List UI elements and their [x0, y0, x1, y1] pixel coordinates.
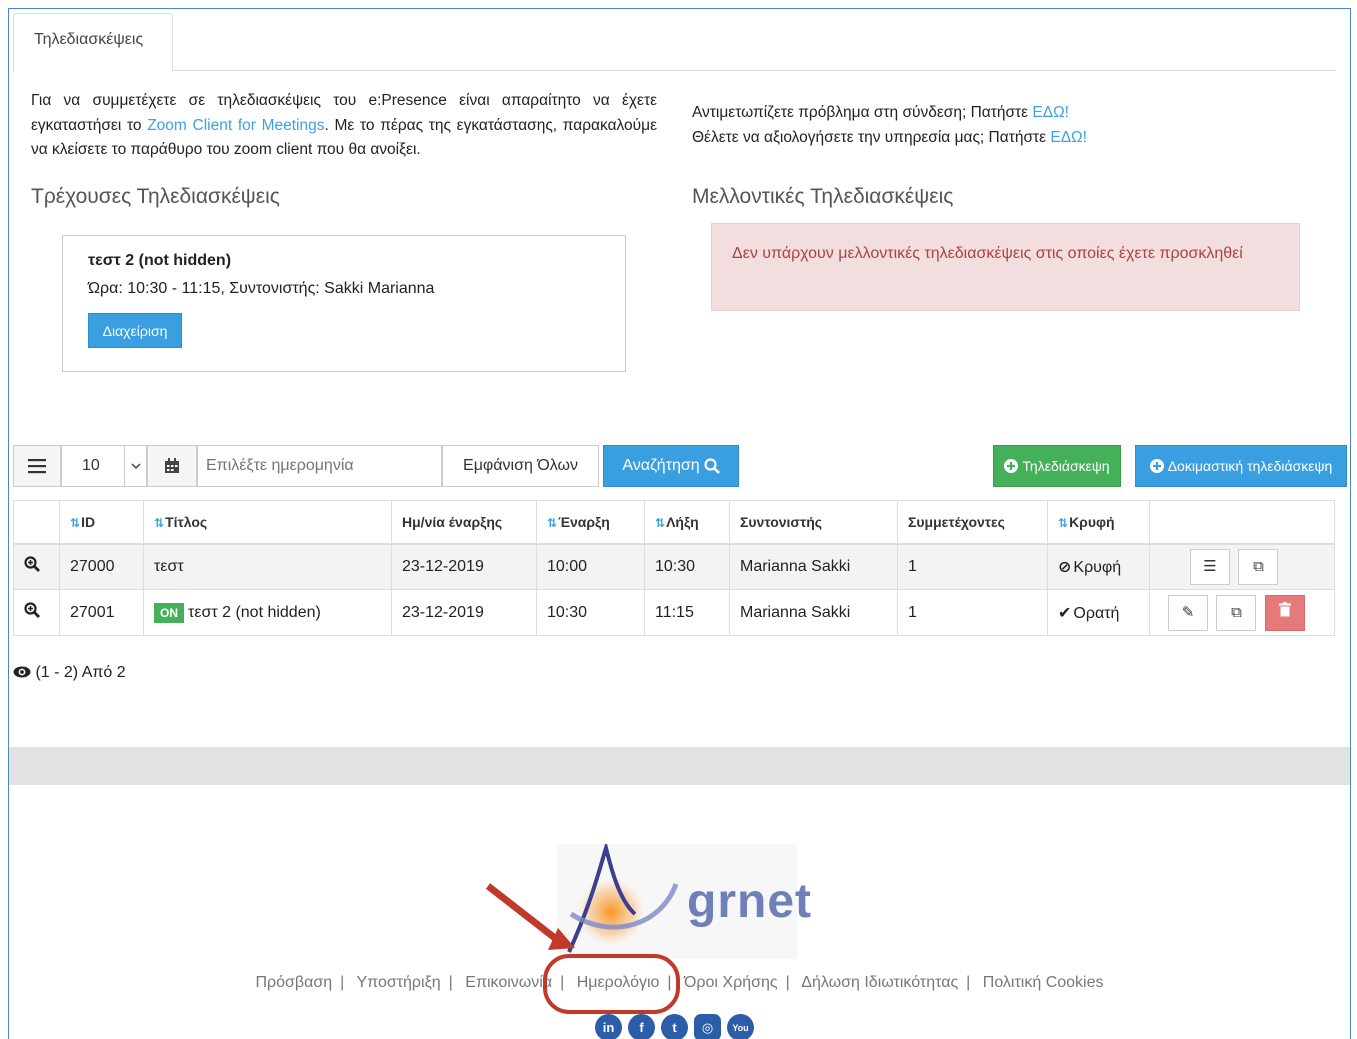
instagram-icon[interactable]: ◎: [694, 1014, 721, 1039]
show-all-button[interactable]: Εμφάνιση Όλων: [442, 445, 599, 487]
app-frame: Τηλεδιασκέψεις Για να συμμετέχετε σε τηλ…: [8, 8, 1351, 1039]
footer-link-contact[interactable]: Επικοινωνία: [465, 974, 552, 991]
footer-link-privacy[interactable]: Δήλωση Ιδιωτικότητας: [801, 974, 958, 991]
footer-link-support[interactable]: Υποστήριξη: [356, 974, 440, 991]
help-info: Αντιμετωπίζετε πρόβλημα στη σύνδεση; Πατ…: [692, 104, 1087, 146]
chevron-down-icon[interactable]: [124, 446, 146, 486]
sort-icon: ⇅: [655, 515, 665, 530]
footer-link-calendar[interactable]: Ημερολόγιο: [577, 974, 660, 991]
grnet-logo: grnet: [551, 840, 811, 959]
feedback-link[interactable]: ΕΔΩ!: [1050, 129, 1087, 146]
page-size-select[interactable]: 10: [61, 445, 147, 487]
cell-start: 10:30: [536, 589, 645, 636]
cell-date: 23-12-2019: [391, 589, 537, 636]
linkedin-icon[interactable]: in: [595, 1014, 622, 1039]
cell-actions: ☰ ⧉: [1149, 543, 1335, 590]
sort-icon: ⇅: [70, 515, 80, 530]
col-id[interactable]: ⇅ ID: [59, 500, 144, 545]
col-start[interactable]: ⇅ Έναρξη: [536, 500, 645, 545]
copy-icon[interactable]: ⧉: [1216, 594, 1257, 631]
edit-icon[interactable]: ✎: [1168, 594, 1208, 631]
footer-links: Πρόσβαση | Υποστήριξη | Επικοινωνία | Ημερο…: [255, 974, 1104, 991]
col-coordinator: Συντονιστής: [729, 500, 898, 545]
pagination-info: (1 - 2) Από 2: [13, 664, 126, 682]
sort-icon: ⇅: [154, 515, 164, 530]
sort-icon: ⇅: [547, 515, 557, 530]
social-links: in f t ◎ You: [595, 1014, 754, 1039]
conferences-table: ⇅ ID ⇅ Τίτλος Ημ/νία έναρξης ⇅ Έναρξη ⇅ Λήξη…: [13, 500, 1335, 636]
facebook-icon[interactable]: f: [628, 1014, 655, 1039]
zoom-icon[interactable]: [13, 543, 60, 590]
on-badge: ON: [154, 602, 184, 623]
manage-button[interactable]: Διαχείριση: [88, 313, 182, 348]
cell-coordinator: Marianna Sakki: [729, 543, 898, 590]
plus-circle-icon: [1149, 459, 1164, 473]
col-participants: Συμμετέχοντες: [897, 500, 1048, 545]
youtube-icon[interactable]: You: [727, 1014, 754, 1039]
col-end[interactable]: ⇅ Λήξη: [644, 500, 730, 545]
cell-participants: 1: [897, 543, 1048, 590]
table-row: 27000 τεστ 23-12-2019 10:00 10:30 Marian…: [13, 543, 1335, 590]
tab-bar: Τηλεδιασκέψεις: [13, 13, 1336, 72]
cell-start: 10:00: [536, 543, 645, 590]
cell-participants: 1: [897, 589, 1048, 636]
col-hidden[interactable]: ⇅ Κρυφή: [1047, 500, 1150, 545]
cell-hidden: ✔ Ορατή: [1047, 589, 1150, 636]
twitter-icon[interactable]: t: [661, 1014, 688, 1039]
check-icon: ✔: [1058, 604, 1072, 622]
col-date: Ημ/νία έναρξης: [391, 500, 537, 545]
conference-meta: Ώρα: 10:30 - 11:15, Συντονιστής: Sakki M…: [88, 280, 435, 297]
menu-icon[interactable]: [13, 445, 61, 487]
cell-title: ON τεστ 2 (not hidden): [143, 589, 392, 636]
cell-end: 11:15: [644, 589, 730, 636]
search-button[interactable]: Αναζήτηση: [603, 445, 739, 487]
current-conference-card: τεστ 2 (not hidden) Ώρα: 10:30 - 11:15, …: [62, 235, 626, 372]
new-conference-button[interactable]: Τηλεδιάσκεψη: [993, 445, 1121, 487]
zoom-icon[interactable]: [13, 589, 60, 636]
list-icon[interactable]: ☰: [1190, 548, 1230, 585]
search-icon: [704, 458, 720, 474]
footer-link-terms[interactable]: Όροι Χρήσης: [684, 974, 778, 991]
eye-icon: [13, 664, 35, 681]
calendar-icon[interactable]: [147, 445, 197, 487]
trash-icon[interactable]: [1264, 594, 1305, 631]
no-future-alert: Δεν υπάρχουν μελλοντικές τηλεδιασκέψεις …: [711, 223, 1300, 311]
cell-id: 27001: [59, 589, 144, 636]
logo-text: grnet: [687, 875, 812, 928]
tab-teleconferences[interactable]: Τηλεδιασκέψεις: [13, 13, 173, 72]
test-conference-button[interactable]: Δοκιμαστική τηλεδιάσκεψη: [1135, 445, 1347, 487]
col-title[interactable]: ⇅ Τίτλος: [143, 500, 392, 545]
col-actions: [1149, 500, 1335, 545]
table-row: 27001 ON τεστ 2 (not hidden) 23-12-2019 1…: [13, 589, 1335, 636]
col-view: [13, 500, 60, 545]
footer-link-cookies[interactable]: Πολιτική Cookies: [983, 974, 1104, 991]
sort-icon: ⇅: [1058, 515, 1068, 530]
date-input[interactable]: [197, 445, 442, 487]
connection-help-link[interactable]: ΕΔΩ!: [1032, 104, 1069, 121]
cell-id: 27000: [59, 543, 144, 590]
ban-icon: ⊘: [1058, 558, 1072, 576]
cell-hidden: ⊘ Κρυφή: [1047, 543, 1150, 590]
footer-band: [9, 747, 1350, 785]
cell-date: 23-12-2019: [391, 543, 537, 590]
zoom-client-link[interactable]: Zoom Client for Meetings: [147, 117, 324, 134]
cell-coordinator: Marianna Sakki: [729, 589, 898, 636]
footer-link-access[interactable]: Πρόσβαση: [255, 974, 332, 991]
cell-actions: ✎ ⧉: [1149, 589, 1335, 636]
future-heading: Μελλοντικές Τηλεδιασκέψεις: [692, 185, 954, 208]
table-toolbar: 10 Εμφάνιση Όλων Αναζήτηση Τηλεδιάσκεψη …: [13, 445, 1353, 488]
copy-icon[interactable]: ⧉: [1238, 548, 1279, 585]
cell-title: τεστ: [143, 543, 392, 590]
current-heading: Τρέχουσες Τηλεδιασκέψεις: [31, 185, 280, 208]
table-header-row: ⇅ ID ⇅ Τίτλος Ημ/νία έναρξης ⇅ Έναρξη ⇅ Λήξη…: [13, 500, 1335, 545]
intro-text: Για να συμμετέχετε σε τηλεδιασκέψεις του…: [31, 92, 657, 158]
plus-circle-icon: [1004, 459, 1019, 473]
cell-end: 10:30: [644, 543, 730, 590]
conference-title: τεστ 2 (not hidden): [88, 252, 232, 269]
